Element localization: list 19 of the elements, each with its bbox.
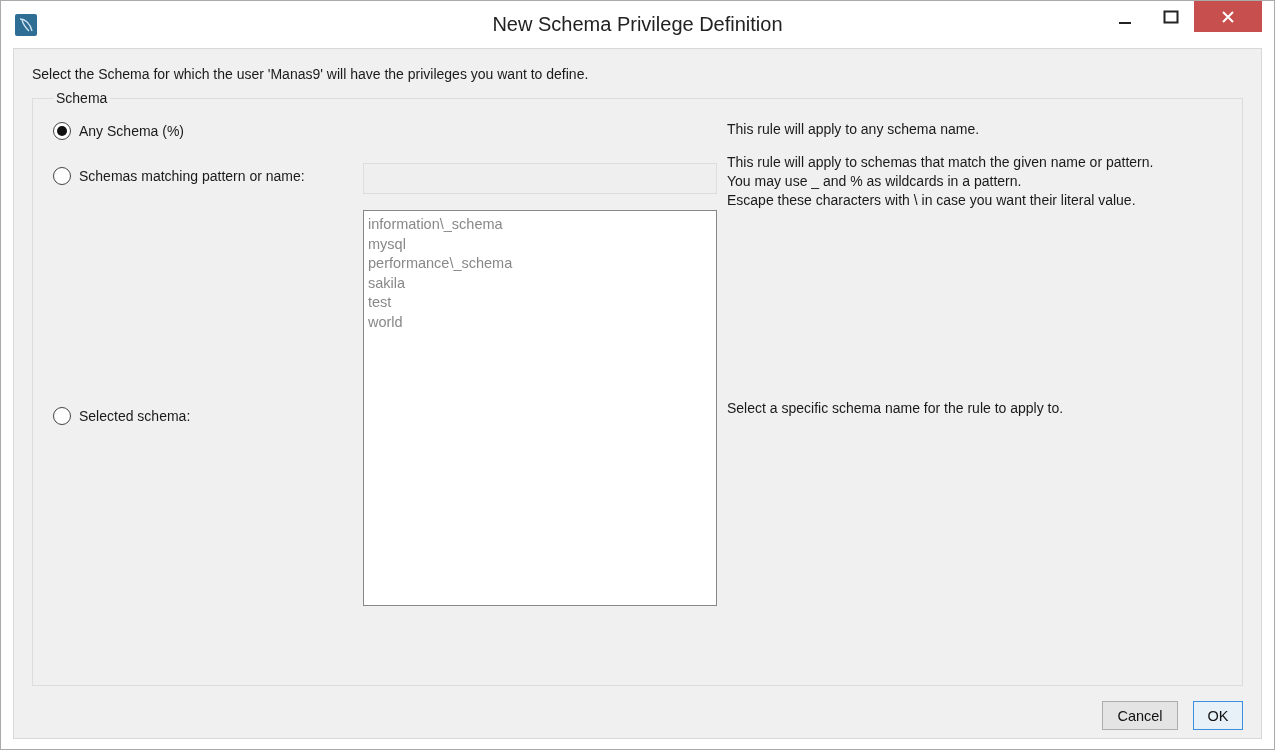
cancel-button[interactable]: Cancel bbox=[1102, 701, 1178, 730]
radio-button[interactable] bbox=[53, 122, 71, 140]
radio-button[interactable] bbox=[53, 167, 71, 185]
app-logo-icon bbox=[15, 13, 37, 36]
radio-button[interactable] bbox=[53, 406, 71, 425]
radio-label[interactable]: Selected schema: bbox=[79, 407, 191, 424]
radio-label[interactable]: Any Schema (%) bbox=[79, 123, 185, 139]
minimize-icon bbox=[1119, 21, 1131, 24]
rule-description: This rule will apply to schemas that match the given name or pattern. You may use _ and % as wildcards in a pattern. Escape these characters with \ in case you want their literal value. bbox=[727, 153, 1155, 210]
instruction-text: Select the Schema for which the user 'Manas9' will have the privileges you want to define. bbox=[32, 66, 590, 82]
group-title: Schema bbox=[55, 90, 109, 106]
maximize-icon bbox=[1163, 9, 1179, 24]
rule-description: This rule will apply to any schema name. bbox=[727, 120, 981, 139]
radio-label[interactable]: Schemas matching pattern or name: bbox=[79, 168, 305, 184]
rule-description: Select a specific schema name for the rule to apply to. bbox=[727, 398, 1065, 418]
close-icon bbox=[1221, 9, 1235, 24]
window-title: New Schema Privilege Definition bbox=[492, 13, 783, 36]
ok-button[interactable]: OK bbox=[1193, 701, 1243, 730]
close-button[interactable] bbox=[1194, 1, 1262, 32]
